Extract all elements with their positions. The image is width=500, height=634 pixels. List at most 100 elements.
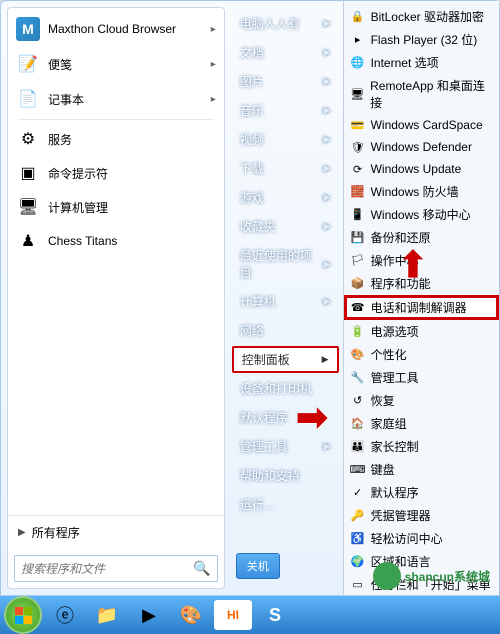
taskbar-app-icon[interactable]: HI bbox=[214, 600, 252, 630]
control-panel-item-5[interactable]: 🛡Windows Defender bbox=[344, 136, 499, 158]
taskbar-sogou-icon[interactable]: S bbox=[256, 600, 294, 630]
watermark: shancun系统城 bbox=[373, 562, 490, 590]
cp-label: 默认程序 bbox=[371, 484, 419, 501]
search-box[interactable]: 🔍 bbox=[14, 555, 218, 582]
cp-label: 电话和调制解调器 bbox=[371, 299, 467, 316]
control-panel-item-19[interactable]: ⌨键盘 bbox=[344, 458, 499, 481]
control-panel-submenu: 🔒BitLocker 驱动器加密▸Flash Player (32 位) 🌐 Int… bbox=[343, 1, 499, 595]
control-panel-item-3[interactable]: 🖥RemoteApp 和桌面连接 bbox=[344, 74, 499, 114]
control-panel-item-22[interactable]: ♿轻松访问中心 bbox=[344, 527, 499, 550]
cp-icon: 📱 bbox=[350, 207, 366, 223]
link-label: 控制面板 bbox=[242, 351, 290, 368]
cp-icon: 🌐 bbox=[350, 55, 366, 71]
app-item-6[interactable]: ♟Chess Titans bbox=[10, 224, 222, 258]
app-label: 计算机管理 bbox=[48, 199, 108, 216]
control-panel-item-7[interactable]: 🧱Windows 防火墙 bbox=[344, 180, 499, 203]
submenu-arrow-icon: ▶ bbox=[324, 221, 331, 232]
app-item-5[interactable]: 🖥 计算机管理 bbox=[10, 190, 222, 224]
start-link-1[interactable]: 文档▶ bbox=[228, 38, 343, 67]
app-item-0[interactable]: MMaxthon Cloud Browser▸ bbox=[10, 12, 222, 47]
start-link-6[interactable]: 游戏▶ bbox=[228, 183, 343, 212]
app-item-3[interactable]: ⚙服务 bbox=[10, 122, 222, 156]
taskbar-mediaplayer-icon[interactable]: ▶ bbox=[130, 600, 168, 630]
control-panel-item-21[interactable]: 🔑凭据管理器 bbox=[344, 504, 499, 527]
all-programs-button[interactable]: ▶ 所有程序 bbox=[8, 515, 224, 549]
start-button[interactable] bbox=[4, 600, 42, 630]
control-panel-item-2[interactable]: 🌐 Internet 选项 bbox=[344, 51, 499, 74]
start-link-0[interactable]: 电脑人人有▶ bbox=[228, 9, 343, 38]
app-item-1[interactable]: 📝便笺▸ bbox=[10, 47, 222, 82]
search-input[interactable] bbox=[21, 562, 193, 576]
cp-label: 个性化 bbox=[371, 346, 407, 363]
app-item-4[interactable]: ▣命令提示符 bbox=[10, 156, 222, 190]
triangle-icon: ▶ bbox=[18, 527, 26, 538]
cp-label: 键盘 bbox=[371, 461, 395, 478]
control-panel-item-16[interactable]: ↺恢复 bbox=[344, 389, 499, 412]
submenu-arrow-icon: ▶ bbox=[324, 18, 331, 29]
start-link-11[interactable]: 控制面板 ▶ bbox=[232, 346, 339, 373]
all-programs-label: 所有程序 bbox=[32, 524, 80, 541]
cp-icon: 🌍 bbox=[350, 554, 366, 570]
cp-label: 家庭组 bbox=[371, 415, 407, 432]
link-label: 文档 bbox=[240, 44, 264, 61]
taskbar-paint-icon[interactable]: 🎨 bbox=[172, 600, 210, 630]
annotation-arrow-up: ⬆ bbox=[398, 244, 428, 286]
cp-icon: ✓ bbox=[350, 485, 366, 501]
app-icon: 📄 bbox=[16, 87, 40, 111]
control-panel-item-13[interactable]: 🔋电源选项 bbox=[344, 320, 499, 343]
cp-icon: 🏠 bbox=[350, 416, 366, 432]
cp-icon: ☎ bbox=[350, 300, 366, 316]
app-label: Chess Titans bbox=[48, 234, 117, 248]
start-link-8[interactable]: 最近使用的项目▶ bbox=[228, 241, 343, 287]
link-label: 默认程序 bbox=[240, 409, 288, 426]
control-panel-item-6[interactable]: ⟳Windows Update bbox=[344, 158, 499, 180]
control-panel-item-12[interactable]: ☎ 电话和调制解调器 bbox=[344, 295, 499, 320]
start-link-5[interactable]: 下载▶ bbox=[228, 154, 343, 183]
cp-icon: 🖥 bbox=[350, 86, 366, 102]
shutdown-area: 关机 bbox=[228, 545, 343, 587]
submenu-arrow-icon: ▶ bbox=[324, 134, 331, 145]
app-label: 便笺 bbox=[48, 56, 72, 73]
taskbar-explorer-icon[interactable]: 📁 bbox=[88, 600, 126, 630]
pinned-app-list: MMaxthon Cloud Browser▸📝便笺▸📄记事本▸⚙服务▣命令提示… bbox=[8, 8, 224, 515]
app-icon: ▣ bbox=[16, 161, 40, 185]
shutdown-button[interactable]: 关机 bbox=[236, 553, 280, 579]
control-panel-item-18[interactable]: 👪家长控制 bbox=[344, 435, 499, 458]
cp-icon: 👪 bbox=[350, 439, 366, 455]
link-label: 视频 bbox=[240, 131, 264, 148]
taskbar-ie-icon[interactable]: ⓔ bbox=[46, 600, 84, 630]
start-link-9[interactable]: 计算机▶ bbox=[228, 287, 343, 316]
start-link-10[interactable]: 网络 bbox=[228, 316, 343, 345]
control-panel-item-8[interactable]: 📱 Windows 移动中心 bbox=[344, 203, 499, 226]
control-panel-item-20[interactable]: ✓ 默认程序 bbox=[344, 481, 499, 504]
app-item-2[interactable]: 📄记事本▸ bbox=[10, 82, 222, 117]
start-link-2[interactable]: 图片▶ bbox=[228, 67, 343, 96]
cp-label: Windows CardSpace bbox=[371, 118, 483, 132]
link-label: 帮助和支持 bbox=[240, 467, 300, 484]
control-panel-item-4[interactable]: 💳Windows CardSpace bbox=[344, 114, 499, 136]
control-panel-item-14[interactable]: 🎨个性化 bbox=[344, 343, 499, 366]
cp-label: Windows 移动中心 bbox=[371, 206, 471, 223]
start-link-4[interactable]: 视频 ▶ bbox=[228, 125, 343, 154]
start-link-3[interactable]: 音乐▶ bbox=[228, 96, 343, 125]
start-link-15[interactable]: 帮助和支持 bbox=[228, 461, 343, 490]
control-panel-item-17[interactable]: 🏠 家庭组 bbox=[344, 412, 499, 435]
watermark-text: shancun系统城 bbox=[405, 568, 490, 585]
submenu-arrow-icon: ▶ bbox=[324, 76, 331, 87]
start-link-7[interactable]: 收藏夹▶ bbox=[228, 212, 343, 241]
app-icon: 📝 bbox=[16, 52, 40, 76]
app-icon: 🖥 bbox=[16, 195, 40, 219]
control-panel-item-15[interactable]: 🔧管理工具 bbox=[344, 366, 499, 389]
submenu-arrow-icon: ▶ bbox=[324, 163, 331, 174]
start-menu-right-column: 电脑人人有▶文档▶图片▶音乐▶视频▶下载▶游戏▶收藏夹▶最近使用的项目▶计算机▶… bbox=[228, 1, 343, 595]
start-link-16[interactable]: 运行... bbox=[228, 490, 343, 519]
cp-label: RemoteApp 和桌面连接 bbox=[370, 77, 493, 111]
submenu-arrow-icon: ▶ bbox=[322, 354, 329, 365]
cp-icon: 🏳 bbox=[350, 253, 366, 269]
link-label: 游戏 bbox=[240, 189, 264, 206]
cp-icon: 🛡 bbox=[350, 139, 366, 155]
control-panel-item-1[interactable]: ▸Flash Player (32 位) bbox=[344, 28, 499, 51]
link-label: 网络 bbox=[240, 322, 264, 339]
cp-label: Internet 选项 bbox=[371, 54, 439, 71]
control-panel-item-0[interactable]: 🔒BitLocker 驱动器加密 bbox=[344, 5, 499, 28]
